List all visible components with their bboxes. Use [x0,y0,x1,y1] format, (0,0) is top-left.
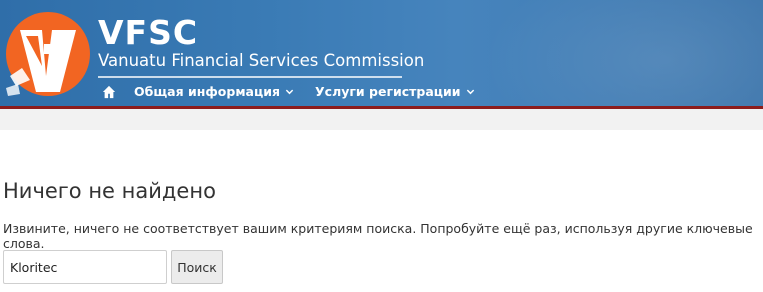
search-button[interactable]: Поиск [171,250,223,284]
breadcrumb-bar [0,109,763,130]
home-icon[interactable] [102,85,116,99]
brand-name[interactable]: VFSC [98,16,198,49]
nav-item-label: Общая информация [134,84,281,99]
no-results-message: Извините, ничего не соответствует вашим … [3,221,753,251]
nav-item-registration-services[interactable]: Услуги регистрации [315,84,475,99]
main-nav: Общая информация Услуги регистрации [102,84,496,99]
brand-divider [98,76,402,78]
brand-subtitle: Vanuatu Financial Services Commission [98,51,425,70]
chevron-down-icon [285,89,294,95]
site-header: VFSC Vanuatu Financial Services Commissi… [0,0,763,109]
nav-item-label: Услуги регистрации [315,84,461,99]
page-title: Ничего не найдено [3,179,216,203]
search-input[interactable] [3,250,167,284]
chevron-down-icon [466,89,474,95]
nav-item-general-info[interactable]: Общая информация [134,84,294,99]
vfsc-logo[interactable] [0,6,96,102]
